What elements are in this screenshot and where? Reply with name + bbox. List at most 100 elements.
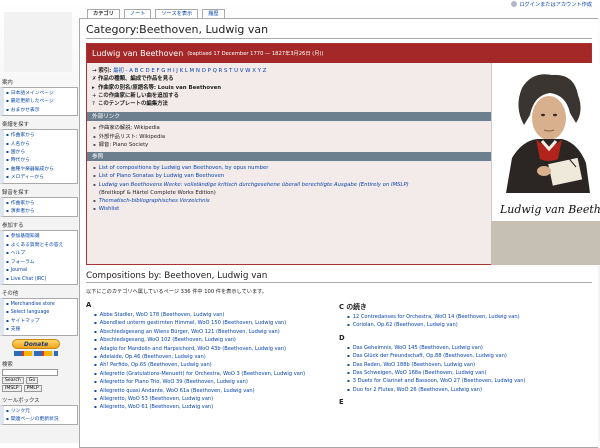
go-button[interactable]: Go [25,376,39,384]
ref-list-by-opus[interactable]: List of compositions by Ludwig van Beeth… [99,164,486,172]
composition-link[interactable]: Ah! Perfido, Op.65 (Beethoven, Ludwig va… [94,361,339,369]
sidebar-item-people[interactable]: 人名から [6,140,75,148]
composition-link[interactable]: 12 Contredanses for Orchestra, WoO 14 (B… [347,313,592,321]
main-content: Category:Beethoven, Ludwig van Ludwig va… [79,18,600,448]
sidebar-item-composers[interactable]: 作曲家から [6,131,75,139]
sidebar: 案内 日本語メインページ 最近更新したページ おまかせ表示 楽譜を探す 作曲家か… [0,78,78,429]
site-logo[interactable] [4,12,72,72]
tab-history[interactable]: 履歴 [202,9,225,18]
external-link-wikipedia-bio[interactable]: 作曲家の解説: Wikipedia [99,124,486,132]
composition-link[interactable]: Allegretto quasi Andante, WoO 61a (Beeth… [94,387,339,395]
composition-link[interactable]: Das Schweigen, WoO 168a (Beethoven, Ludw… [347,369,592,377]
portlet-title: 楽譜を探す [2,122,29,129]
external-link-piano-society[interactable]: 録音: Piano Society [99,141,486,149]
infobox-header: Ludwig van Beethoven (baptised 17 Decemb… [87,44,591,63]
sidebar-item-live-chat[interactable]: Live Chat (IRC) [6,275,75,283]
sidebar-item-store[interactable]: Merchandise store [6,300,75,308]
alias-value: Louis van Beethoven [157,84,222,91]
ref-complete-works[interactable]: Ludwig van Beethovens Werke: vollständig… [99,181,486,189]
tab-category[interactable]: カテゴリ [87,9,120,18]
composition-link[interactable]: Adagio for Mandolin and Harpsichord, WoO… [94,345,339,353]
composer-dates: (baptised 17 December 1770 — 1827年3月26日 … [187,51,324,57]
portlet-participate: 参加する 参加基礎知識 よくある質問とその答え ヘルプ フォーラム Journa… [0,221,78,285]
genre-link[interactable]: 作品の種類、編成で作品を見る [98,76,173,82]
composition-link[interactable]: Das Geheimnis, WoO 145 (Beethoven, Ludwi… [347,344,592,352]
sidebar-item-random[interactable]: おまかせ表示 [6,106,75,114]
composition-link[interactable]: Coriolan, Op.62 (Beethoven, Ludwig van) [347,321,592,329]
sidebar-item-nationality[interactable]: 国から [6,148,75,156]
sidebar-item-help[interactable]: ヘルプ [6,249,75,257]
ref-thematic-catalogue[interactable]: Thematisch-bibliographisches Verzeichnis [99,197,486,205]
portlet-title: その他 [2,290,19,297]
references-list: List of compositions by Ludwig van Beeth… [87,161,491,216]
composition-link[interactable]: Allegretto for Piano Trio, WoO 39 (Beeth… [94,378,339,386]
login-link[interactable]: ログインまたはアカウント作成 [519,1,592,8]
search-input[interactable] [2,368,58,376]
tab-view-source[interactable]: ソースを表示 [155,9,199,18]
portlet-browse: 楽譜を探す 作曲家から 人名から 国から 時代から 曲種や楽器編成から メロディ… [0,120,78,184]
sidebar-item-journal[interactable]: Journal [6,266,75,274]
composer-infobox: Ludwig van Beethoven (baptised 17 Decemb… [86,43,600,265]
references-header: 参照 [87,152,491,162]
payment-cards-icon [14,350,58,356]
sidebar-item-support[interactable]: 支援 [6,325,75,333]
external-link-wikipedia-works[interactable]: 外部作品リスト: Wikipedia [99,133,486,141]
sidebar-item-period[interactable]: 時代から [6,156,75,164]
sidebar-item-melody[interactable]: メロディーから [6,173,75,181]
sidebar-item-basics[interactable]: 参加基礎知識 [6,232,75,240]
sidebar-item-sitemap[interactable]: サイトマップ [6,317,75,325]
portrait-caption-area [491,221,600,265]
template-help-link[interactable]: このテンプレートの編集方法 [98,101,168,107]
portlet-title: 案内 [2,80,13,86]
composer-name: Ludwig van Beethoven [92,49,184,58]
composition-link[interactable]: Allegretto, WoO 61 (Beethoven, Ludwig va… [94,403,339,411]
personal-tools: ログインまたはアカウント作成 [511,0,592,8]
sidebar-item-recent-changes[interactable]: 最近更新したページ [6,97,75,105]
ref-piano-sonatas[interactable]: List of Piano Sonatas by Ludwig van Beet… [99,172,486,180]
composition-link[interactable]: Adelaide, Op.46 (Beethoven, Ludwig van) [94,353,339,361]
composition-link[interactable]: Das Glück der Freundschaft, Op.88 (Beeth… [347,352,592,360]
donate-button[interactable]: Donate [12,338,60,349]
sidebar-item-language[interactable]: Select language [6,308,75,316]
composition-link[interactable]: Abbe Stadler, WoO 178 (Beethoven, Ludwig… [94,311,339,319]
search-button[interactable]: Search [2,376,24,384]
sidebar-item-forum[interactable]: フォーラム [6,258,75,266]
ref-wishlist[interactable]: Wishlist [99,205,486,213]
sidebar-item-rec-performers[interactable]: 演奏者から [6,207,75,215]
imslp-search-button[interactable]: IMSLP [2,384,22,392]
composition-link[interactable]: Allegretto, WoO 53 (Beethoven, Ludwig va… [94,395,339,403]
composition-link[interactable]: Das Reden, WoO 188b (Beethoven, Ludwig v… [347,361,592,369]
letter-heading-c-cont: C の続き [339,303,367,311]
composer-portrait[interactable]: Ludwig van Beethoven [491,63,600,221]
index-letters[interactable]: 最初 - A B C D E F G H I J K L M N O P Q R… [113,68,266,74]
composition-link[interactable]: 3 Duets for Clarinet and Bassoon, WoO 27… [347,377,592,385]
sidebar-item-related-changes[interactable]: 関連ページの更新状況 [6,415,75,423]
composition-link[interactable]: Abschiedsgesang an Wiens Bürger, WoO 121… [94,328,339,336]
portlet-title: 検索 [2,361,13,368]
index-label: → 索引: [92,68,112,74]
composer-nav: → 索引: 最初 - A B C D E F G H I J K L M N O… [92,68,267,108]
sidebar-item-main-page[interactable]: 日本語メインページ [6,89,75,97]
sidebar-item-faq[interactable]: よくある質問とその答え [6,241,75,249]
compositions-col-1: A Abbe Stadler, WoO 178 (Beethoven, Ludw… [86,301,339,412]
page-title: Category:Beethoven, Ludwig van [86,23,592,39]
ref-complete-works-note: (Breitkopf & Härtel Complete Works Editi… [99,189,216,196]
sidebar-item-genre[interactable]: 曲種や楽器編成から [6,165,75,173]
add-composition-link[interactable]: この作曲家に新しい曲を追加する [98,93,179,99]
portlet-title: 参加する [2,223,24,230]
sidebar-item-what-links-here[interactable]: リンク元 [6,407,75,415]
composition-link[interactable]: Duo for 2 Flutes, WoO 26 (Beethoven, Lud… [347,386,592,394]
pmlp-search-button[interactable]: PMLP [23,384,42,392]
compositions-col-2: C の続き 12 Contredanses for Orchestra, WoO… [339,301,592,412]
composition-link[interactable]: Abschiedsgesang, WoO 102 (Beethoven, Lud… [94,336,339,344]
sidebar-item-rec-composers[interactable]: 作曲家から [6,199,75,207]
page-tabs: カテゴリ ノート ソースを表示 履歴 [87,9,225,18]
compositions-columns: A Abbe Stadler, WoO 178 (Beethoven, Ludw… [86,301,592,412]
alias-label: 作曲家の別名/原語名等: [98,84,157,91]
composition-link[interactable]: Abendlied unterm gestirnten Himmel, WoO … [94,319,339,327]
external-links-header: 外部リンク [87,112,491,122]
composition-link[interactable]: Allegretto (Gratulations-Menuett) for Or… [94,370,339,378]
tab-talk[interactable]: ノート [123,9,152,18]
letter-heading-e: E [339,398,344,407]
portlet-title: ツールボックス [2,397,40,404]
